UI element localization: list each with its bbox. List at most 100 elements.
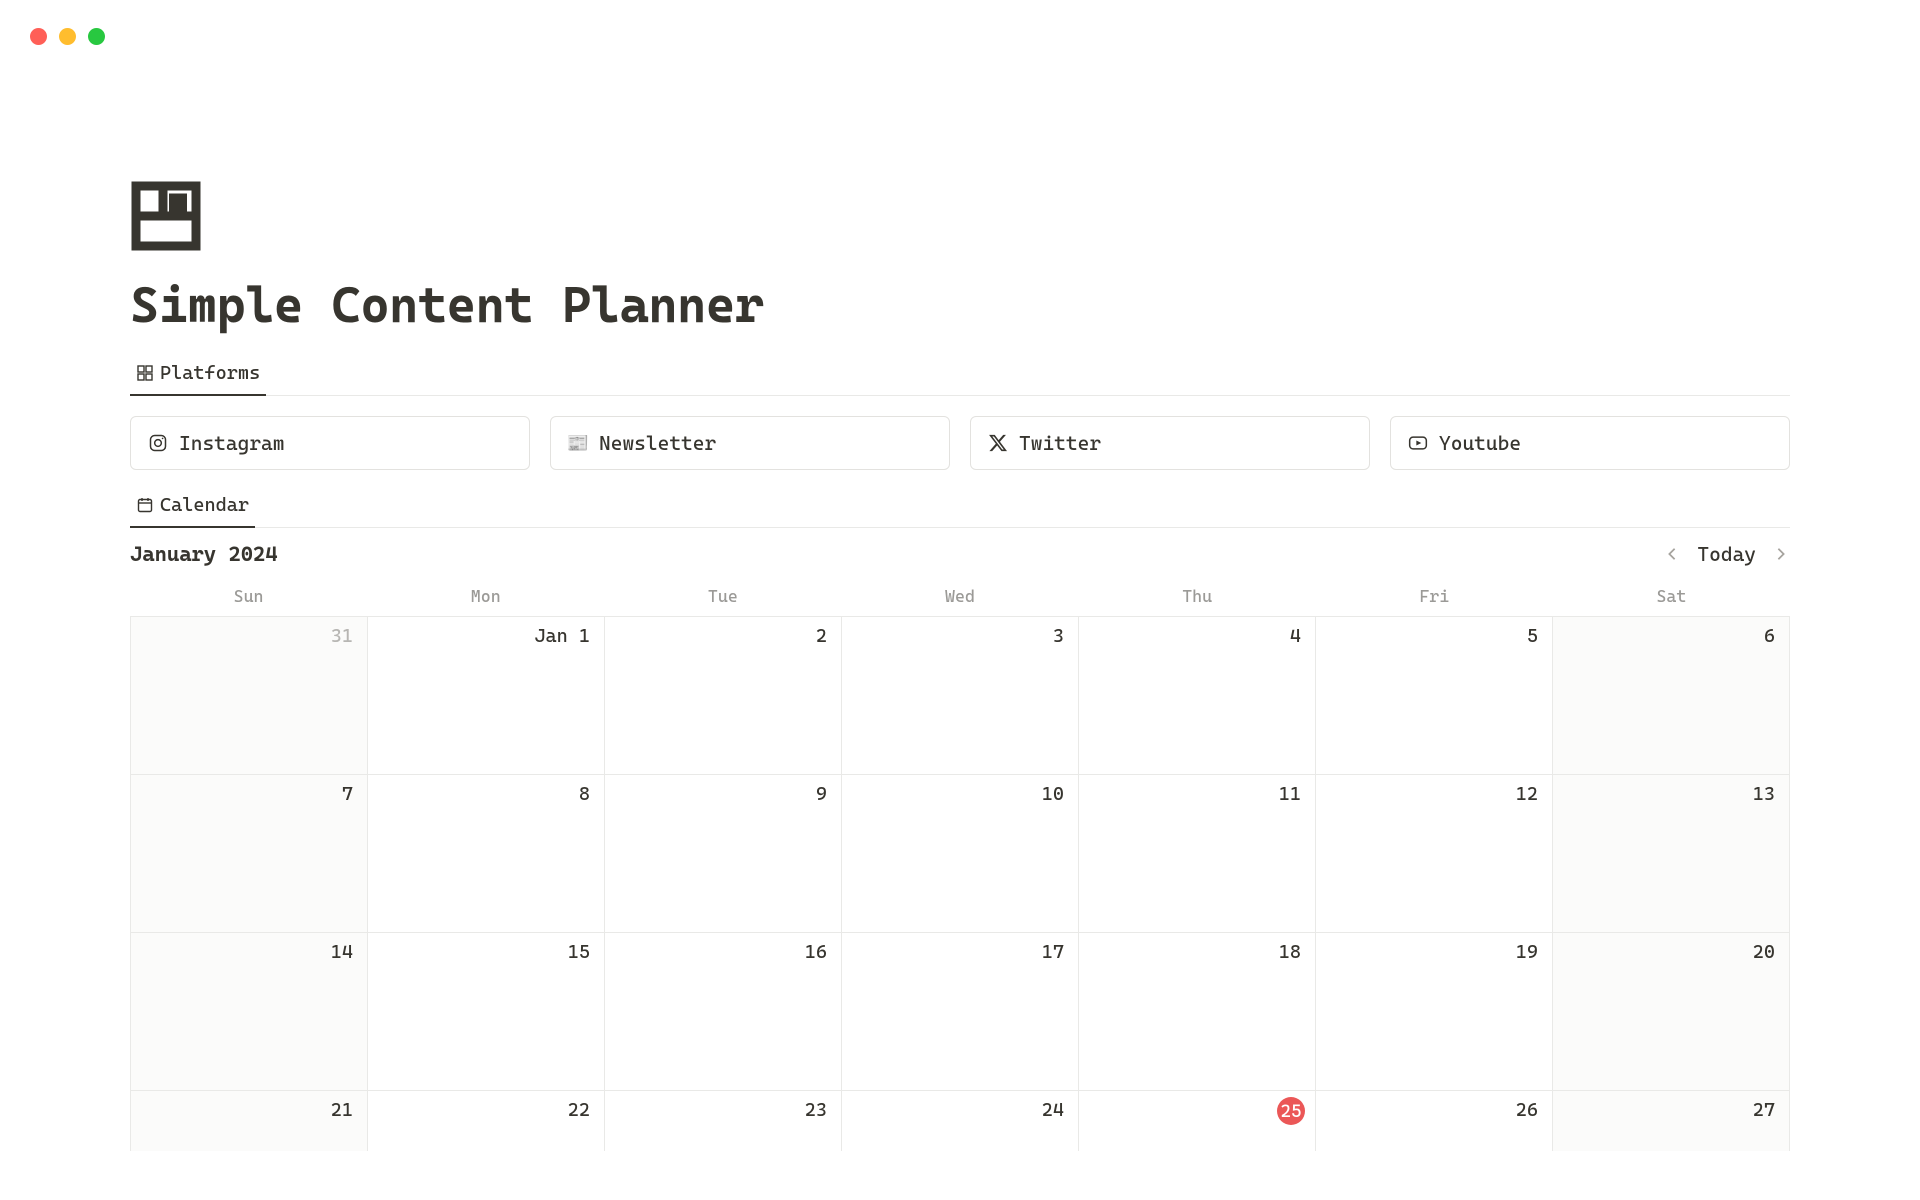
day-number: 5 [1527, 625, 1538, 647]
platform-card-youtube[interactable]: Youtube [1390, 416, 1790, 470]
calendar-day[interactable]: 14 [131, 933, 368, 1091]
calendar-day[interactable]: 21 [131, 1091, 368, 1151]
calendar-grid: 31Jan 1234567891011121314151617181920212… [130, 616, 1790, 1151]
calendar-day[interactable]: 31 [131, 617, 368, 775]
platform-card-instagram[interactable]: Instagram [130, 416, 530, 470]
calendar-day[interactable]: 5 [1316, 617, 1553, 775]
day-number: 27 [1753, 1099, 1775, 1121]
day-number: 24 [1042, 1099, 1064, 1121]
card-label: Twitter [1019, 431, 1101, 455]
minimize-window-button[interactable] [59, 28, 76, 45]
day-number: 18 [1279, 941, 1301, 963]
page-title[interactable]: Simple Content Planner [130, 276, 1790, 334]
calendar-day[interactable]: 10 [842, 775, 1079, 933]
dow-sun: Sun [130, 576, 367, 616]
day-number: 13 [1753, 783, 1775, 805]
card-label: Instagram [179, 431, 284, 455]
youtube-icon [1407, 432, 1429, 454]
day-number: 20 [1753, 941, 1775, 963]
day-number: 6 [1764, 625, 1775, 647]
tab-label: Platforms [160, 362, 260, 384]
calendar-day[interactable]: 27 [1553, 1091, 1790, 1151]
day-number: 25 [1277, 1097, 1305, 1125]
calendar-day[interactable]: 2 [605, 617, 842, 775]
calendar-day[interactable]: 18 [1079, 933, 1316, 1091]
platform-cards: Instagram 📰 Newsletter Twitter [130, 396, 1790, 484]
calendar-nav: Today [1663, 542, 1790, 566]
calendar-month-label: January 2024 [130, 542, 278, 566]
page-icon[interactable] [130, 180, 202, 252]
dow-thu: Thu [1079, 576, 1316, 616]
day-number: 7 [342, 783, 353, 805]
day-number: 9 [816, 783, 827, 805]
calendar-day[interactable]: 9 [605, 775, 842, 933]
calendar-tabs: Calendar [130, 484, 1790, 528]
calendar-day[interactable]: 16 [605, 933, 842, 1091]
tab-platforms[interactable]: Platforms [130, 352, 266, 396]
window-controls [30, 28, 105, 45]
day-number: 31 [331, 625, 353, 647]
day-number: 16 [805, 941, 827, 963]
calendar-day[interactable]: Jan 1 [368, 617, 605, 775]
card-label: Youtube [1439, 431, 1521, 455]
day-number: 23 [805, 1099, 827, 1121]
prev-month-button[interactable] [1663, 545, 1681, 563]
calendar-dow-row: Sun Mon Tue Wed Thu Fri Sat [130, 576, 1790, 616]
day-number: 2 [816, 625, 827, 647]
instagram-icon [147, 432, 169, 454]
close-window-button[interactable] [30, 28, 47, 45]
day-number: 11 [1279, 783, 1301, 805]
dow-fri: Fri [1316, 576, 1553, 616]
dow-mon: Mon [367, 576, 604, 616]
calendar-day[interactable]: 8 [368, 775, 605, 933]
dow-tue: Tue [604, 576, 841, 616]
calendar-day[interactable]: 3 [842, 617, 1079, 775]
calendar-header: January 2024 Today [130, 528, 1790, 576]
gallery-view-icon [136, 364, 154, 382]
card-label: Newsletter [599, 431, 716, 455]
calendar-day[interactable]: 15 [368, 933, 605, 1091]
tab-label: Calendar [160, 494, 249, 516]
next-month-button[interactable] [1772, 545, 1790, 563]
dow-wed: Wed [841, 576, 1078, 616]
newspaper-icon: 📰 [567, 432, 589, 454]
calendar-day[interactable]: 23 [605, 1091, 842, 1151]
x-twitter-icon [987, 432, 1009, 454]
platform-card-newsletter[interactable]: 📰 Newsletter [550, 416, 950, 470]
page-content: Simple Content Planner Platforms [130, 180, 1790, 1151]
calendar-day[interactable]: 13 [1553, 775, 1790, 933]
calendar-day[interactable]: 17 [842, 933, 1079, 1091]
calendar-day[interactable]: 6 [1553, 617, 1790, 775]
day-number: 12 [1516, 783, 1538, 805]
today-button[interactable]: Today [1697, 542, 1756, 566]
calendar-day[interactable]: 22 [368, 1091, 605, 1151]
day-number: 22 [568, 1099, 590, 1121]
calendar-day[interactable]: 25 [1079, 1091, 1316, 1151]
platform-card-twitter[interactable]: Twitter [970, 416, 1370, 470]
day-number: 21 [331, 1099, 353, 1121]
day-number: 17 [1042, 941, 1064, 963]
calendar-day[interactable]: 20 [1553, 933, 1790, 1091]
calendar-day[interactable]: 12 [1316, 775, 1553, 933]
day-number: 4 [1290, 625, 1301, 647]
calendar-day[interactable]: 4 [1079, 617, 1316, 775]
day-number: 26 [1516, 1099, 1538, 1121]
calendar-day[interactable]: 7 [131, 775, 368, 933]
calendar-view-icon [136, 496, 154, 514]
window: Simple Content Planner Platforms [0, 0, 1920, 1200]
tab-calendar[interactable]: Calendar [130, 484, 255, 528]
calendar-day[interactable]: 24 [842, 1091, 1079, 1151]
dow-sat: Sat [1553, 576, 1790, 616]
day-number: 15 [568, 941, 590, 963]
calendar-day[interactable]: 11 [1079, 775, 1316, 933]
day-number: 14 [331, 941, 353, 963]
platforms-tabs: Platforms [130, 352, 1790, 396]
day-number: 8 [579, 783, 590, 805]
day-number: 3 [1053, 625, 1064, 647]
day-number: Jan 1 [534, 625, 590, 647]
maximize-window-button[interactable] [88, 28, 105, 45]
calendar-day[interactable]: 26 [1316, 1091, 1553, 1151]
day-number: 10 [1042, 783, 1064, 805]
calendar-day[interactable]: 19 [1316, 933, 1553, 1091]
day-number: 19 [1516, 941, 1538, 963]
